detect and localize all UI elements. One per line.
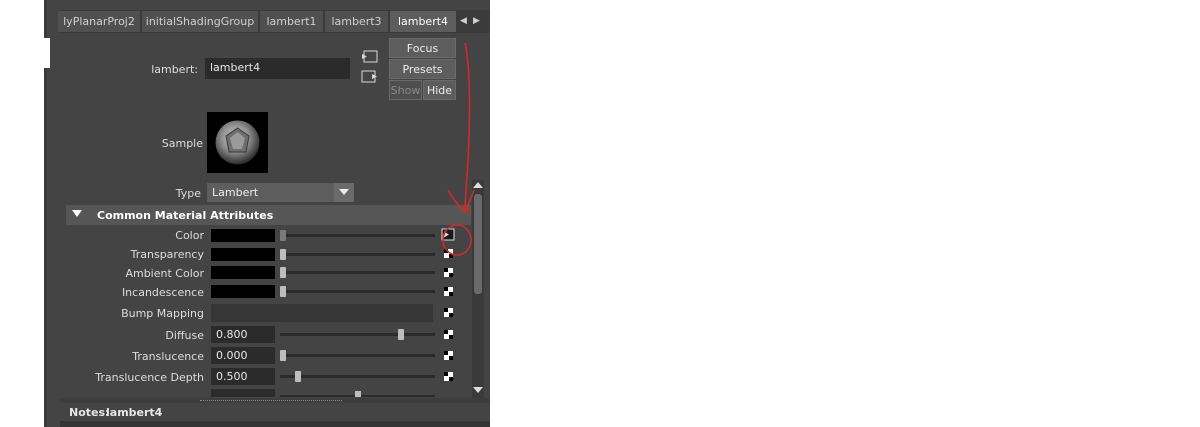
diffuse-slider-handle[interactable]: [398, 329, 404, 340]
output-connection-icon[interactable]: [361, 70, 379, 84]
collapse-triangle-icon[interactable]: [72, 210, 82, 218]
next-row-slider-handle[interactable]: [355, 391, 361, 397]
translucence-map-button-icon[interactable]: [444, 351, 453, 360]
color-slider-track[interactable]: [283, 234, 435, 237]
bump-mapping-field[interactable]: [211, 304, 433, 322]
annotation-arrow-and-circle: [442, 42, 475, 256]
node-type-label: lambert:: [151, 63, 198, 76]
diffuse-value-field[interactable]: 0.800: [211, 326, 275, 343]
tab-lambert3[interactable]: lambert3: [325, 11, 388, 32]
material-sample-swatch[interactable]: [207, 112, 268, 173]
resize-grip-icon[interactable]: [200, 400, 342, 401]
transparency-swatch[interactable]: [211, 248, 275, 261]
notes-area[interactable]: [60, 421, 490, 427]
section-title: Common Material Attributes: [97, 209, 274, 222]
bump-mapping-map-button-icon[interactable]: [444, 308, 453, 317]
incandescence-map-button-icon[interactable]: [444, 287, 453, 296]
tab-initialshadinggroup[interactable]: initialShadingGroup: [142, 11, 258, 32]
transparency-slider-handle[interactable]: [280, 249, 286, 260]
translucence-depth-label: Translucence Depth: [95, 371, 204, 384]
color-slider-handle[interactable]: [280, 230, 286, 241]
type-label: Type: [175, 187, 201, 200]
tab-scroll-right-icon[interactable]: ▶: [473, 11, 480, 32]
show-button[interactable]: Show: [389, 80, 422, 100]
translucence-slider-track[interactable]: [280, 354, 435, 357]
transparency-slider-track[interactable]: [283, 253, 435, 256]
type-dropdown-value: Lambert: [212, 186, 259, 199]
sample-label: Sample: [161, 137, 203, 150]
diffuse-label: Diffuse: [165, 329, 204, 342]
scroll-down-icon[interactable]: [473, 387, 483, 394]
tab-lyplanarproj2[interactable]: lyPlanarProj2: [58, 11, 140, 32]
incandescence-slider-track[interactable]: [283, 290, 435, 293]
incandescence-swatch[interactable]: [211, 285, 275, 298]
translucence-depth-slider-track[interactable]: [280, 375, 435, 378]
input-connection-icon[interactable]: [361, 50, 379, 64]
translucence-depth-map-button-icon[interactable]: [444, 372, 453, 381]
translucence-depth-slider-handle[interactable]: [295, 371, 301, 382]
diffuse-map-button-icon[interactable]: [444, 330, 453, 339]
next-row-value-field[interactable]: [211, 389, 275, 397]
incandescence-label: Incandescence: [121, 286, 204, 299]
translucence-slider-handle[interactable]: [280, 350, 286, 361]
tab-scroll-left-icon[interactable]: ◀: [460, 11, 467, 32]
ambient-color-swatch[interactable]: [211, 266, 275, 279]
ambient-color-map-button-icon[interactable]: [444, 268, 453, 277]
ambient-color-label: Ambient Color: [125, 267, 204, 280]
notes-value: lambert4: [106, 406, 163, 419]
color-swatch[interactable]: [211, 229, 275, 242]
bump-mapping-label: Bump Mapping: [121, 307, 204, 320]
diffuse-slider-track[interactable]: [280, 333, 435, 336]
incandescence-slider-handle[interactable]: [280, 286, 286, 297]
node-name-field[interactable]: lambert4: [205, 58, 350, 79]
translucence-depth-value-field[interactable]: 0.500: [211, 368, 275, 385]
ambient-color-slider-handle[interactable]: [280, 267, 286, 278]
notes-label: Notes:: [69, 406, 110, 419]
ambient-color-slider-track[interactable]: [283, 271, 435, 274]
transparency-label: Transparency: [130, 248, 204, 261]
tab-lambert4[interactable]: lambert4: [390, 11, 456, 32]
translucence-value-field[interactable]: 0.000: [211, 347, 275, 364]
chevron-down-icon: [339, 189, 349, 195]
color-label: Color: [175, 229, 204, 242]
tab-lambert1[interactable]: lambert1: [260, 11, 323, 32]
translucence-label: Translucence: [132, 350, 204, 363]
panel-edge-gap: [44, 38, 50, 68]
